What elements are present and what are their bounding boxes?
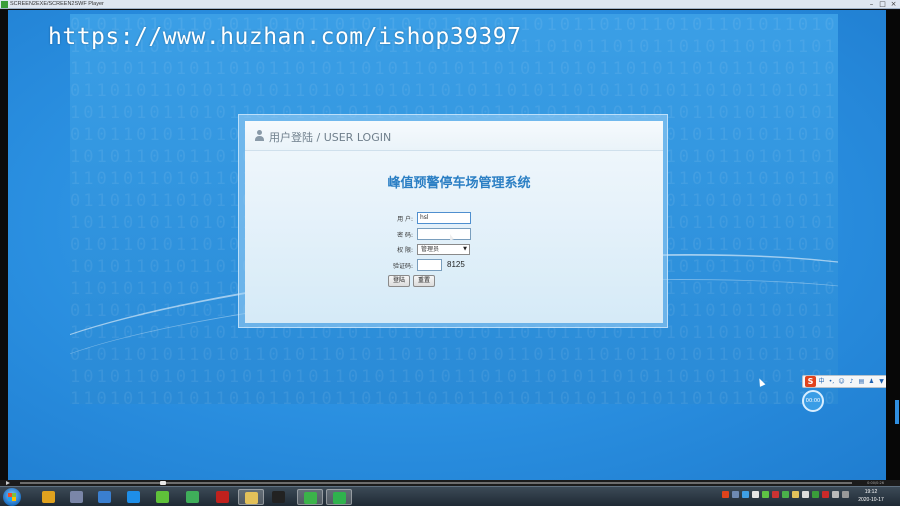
username-label: 用 户: xyxy=(397,216,413,223)
media-icon xyxy=(70,491,83,503)
qq-browser-icon xyxy=(127,491,140,503)
role-select-value: 管理员 xyxy=(421,246,440,253)
taskbar-app-player[interactable] xyxy=(326,489,352,505)
minimize-button[interactable]: – xyxy=(866,0,877,9)
ime-toolbar[interactable]: S 中 •, ☺ ♪ ▤ ♟ ▼ ▦ xyxy=(802,375,886,388)
taskbar-app-qq[interactable] xyxy=(266,489,292,505)
player-icon xyxy=(333,492,346,504)
keyboard-icon[interactable]: ▤ xyxy=(857,376,866,387)
role-select[interactable]: 管理员 ▼ xyxy=(417,244,470,255)
mic-icon[interactable]: ♪ xyxy=(847,376,856,387)
taskbar-app-wechat[interactable] xyxy=(297,489,323,505)
password-label: 密 码: xyxy=(397,232,413,239)
tray-icon[interactable] xyxy=(812,491,819,498)
maximize-button[interactable]: □ xyxy=(877,0,888,9)
emoji-icon[interactable]: ☺ xyxy=(837,376,846,387)
login-header-title: 用户登陆 / USER LOGIN xyxy=(269,131,392,144)
spreadsheet-icon xyxy=(186,491,199,503)
taskbar-app-chrome[interactable] xyxy=(36,489,62,505)
folder-icon xyxy=(245,492,258,504)
captcha-label: 验证码: xyxy=(392,263,413,270)
qq-icon xyxy=(272,491,285,503)
taskbar-app-qq-browser[interactable] xyxy=(121,489,147,505)
frame-left-edge xyxy=(0,10,8,480)
sogou-tray-icon[interactable] xyxy=(722,491,729,498)
system-tray xyxy=(722,491,849,498)
network-icon xyxy=(98,491,111,503)
tray-icon[interactable] xyxy=(732,491,739,498)
ime-mode-toggle[interactable]: 中 xyxy=(817,376,826,387)
window-title: SCREEN2EXE/SCREEN2SWF Player xyxy=(10,1,104,7)
player-app-icon xyxy=(1,1,8,8)
system-title: 峰值预警停车场管理系统 xyxy=(387,176,531,191)
wechat-icon xyxy=(304,492,317,504)
user-icon[interactable]: ♟ xyxy=(867,376,876,387)
seek-track[interactable] xyxy=(20,482,852,484)
shirt-icon[interactable]: ▼ xyxy=(877,376,886,387)
role-label: 权 限: xyxy=(397,247,413,254)
password-input[interactable] xyxy=(417,228,471,240)
record-timer-badge[interactable]: 00:00 xyxy=(802,390,824,412)
start-button[interactable] xyxy=(3,488,21,506)
seek-knob[interactable] xyxy=(160,481,166,485)
melon-icon xyxy=(156,491,169,503)
frame-right-edge xyxy=(886,10,900,480)
tray-icon[interactable] xyxy=(752,491,759,498)
captcha-code[interactable]: 8125 xyxy=(447,260,465,269)
taskbar-app-media[interactable] xyxy=(64,489,90,505)
volume-icon[interactable] xyxy=(832,491,839,498)
window-controls: – □ × xyxy=(866,0,899,9)
taskbar-app-melon[interactable] xyxy=(150,489,176,505)
tray-icon[interactable] xyxy=(782,491,789,498)
taskbar-app-flash[interactable] xyxy=(210,489,236,505)
player-titlebar: SCREEN2EXE/SCREEN2SWF Player – □ × xyxy=(0,0,900,9)
clock-date: 2020-10-17 xyxy=(858,497,884,503)
taskbar-app-folder[interactable] xyxy=(238,489,264,505)
login-panel: 用户登陆 / USER LOGIN 峰值预警停车场管理系统 用 户: hsl 密… xyxy=(245,121,663,323)
login-panel-frame: 用户登陆 / USER LOGIN 峰值预警停车场管理系统 用 户: hsl 密… xyxy=(238,114,668,328)
watermark-url: https://www.huzhan.com/ishop39397 xyxy=(48,24,522,50)
taskbar-app-spreadsheet[interactable] xyxy=(180,489,206,505)
login-panel-header: 用户登陆 / USER LOGIN xyxy=(245,121,663,151)
recorded-desktop: 0101101011010110101101011010110101101011… xyxy=(8,10,886,480)
tray-icon[interactable] xyxy=(742,491,749,498)
punct-icon[interactable]: •, xyxy=(827,376,836,387)
chrome-icon xyxy=(42,491,55,503)
sogou-logo-icon[interactable]: S xyxy=(805,376,816,387)
tray-icon[interactable] xyxy=(802,491,809,498)
tray-icon[interactable] xyxy=(822,491,829,498)
captcha-input[interactable] xyxy=(417,259,442,271)
login-button[interactable]: 登陆 xyxy=(388,275,410,287)
taskbar-clock[interactable]: 19:12 2020-10-17 xyxy=(848,488,894,504)
taskbar-app-network[interactable] xyxy=(92,489,118,505)
reset-button[interactable]: 重置 xyxy=(413,275,435,287)
tray-icon[interactable] xyxy=(762,491,769,498)
tray-icon[interactable] xyxy=(792,491,799,498)
tray-icon[interactable] xyxy=(772,491,779,498)
clock-time: 19:12 xyxy=(864,489,878,495)
play-icon[interactable] xyxy=(6,481,10,485)
player-frame: 0101101011010110101101011010110101101011… xyxy=(0,10,900,480)
windows-taskbar: 19:12 2020-10-17 xyxy=(0,486,900,506)
user-icon xyxy=(254,130,265,142)
username-input[interactable]: hsl xyxy=(417,212,471,224)
dropdown-arrow-icon: ▼ xyxy=(463,246,467,252)
close-button[interactable]: × xyxy=(888,0,899,9)
flash-icon xyxy=(216,491,229,503)
